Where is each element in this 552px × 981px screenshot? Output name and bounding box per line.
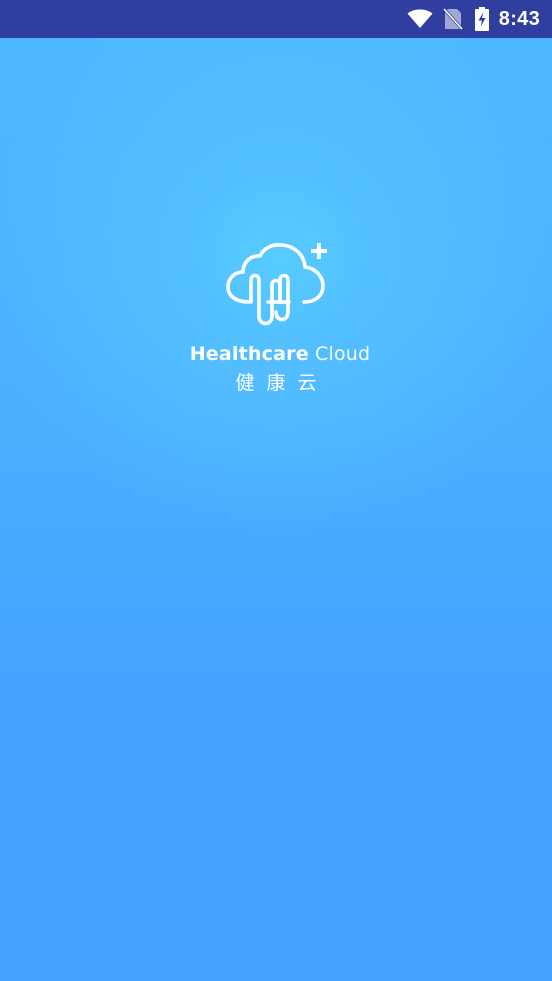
cloud-health-plus-icon bbox=[226, 243, 327, 326]
brand-name-light: Cloud bbox=[308, 343, 371, 365]
brand-name-bold: Healthcare bbox=[189, 343, 309, 365]
status-time: 8:43 bbox=[498, 7, 540, 30]
splash-screen: 8:43 Healthcare Cloud 健康云 bbox=[0, 0, 552, 981]
brand-name-chinese: 健康云 bbox=[235, 372, 329, 394]
status-icons: 8:43 bbox=[407, 0, 540, 38]
wifi-icon bbox=[407, 9, 433, 29]
status-bar: 8:43 bbox=[0, 0, 552, 38]
app-logo: Healthcare Cloud 健康云 bbox=[0, 240, 552, 395]
no-sim-icon bbox=[442, 8, 463, 30]
battery-charging-icon bbox=[474, 7, 489, 31]
brand-name-english: Healthcare Cloud bbox=[4, 343, 552, 365]
